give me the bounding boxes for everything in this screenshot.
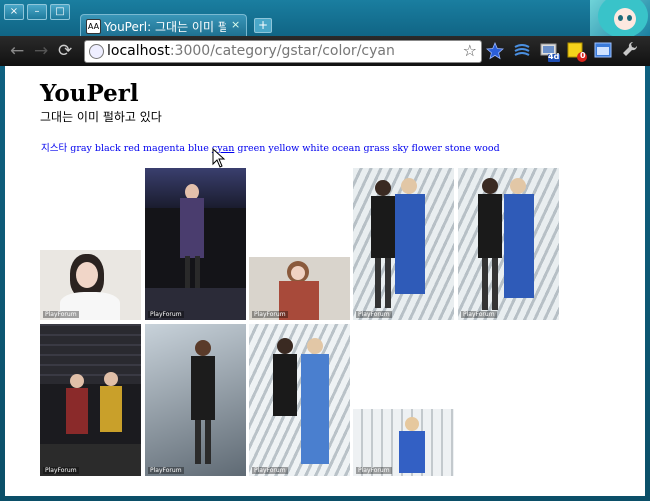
thumbnail-watermark: PlayForum <box>43 311 79 318</box>
wrench-menu-icon[interactable] <box>622 41 640 59</box>
category-link-gray[interactable]: gray <box>70 143 92 154</box>
bookmarks-star-icon[interactable] <box>486 41 504 60</box>
category-link-green[interactable]: green <box>237 143 265 154</box>
theme-character-image <box>590 0 650 38</box>
category-link-yellow[interactable]: yellow <box>268 143 299 154</box>
globe-icon <box>89 44 104 59</box>
thumbnail-watermark: PlayForum <box>356 467 392 474</box>
address-bar[interactable]: localhost:3000/category/gstar/color/cyan… <box>84 40 482 63</box>
maximize-window-button[interactable]: □ <box>50 4 70 20</box>
thumbnail-watermark: PlayForum <box>461 311 497 318</box>
category-link-grass[interactable]: grass <box>363 143 389 154</box>
category-link-magenta[interactable]: magenta <box>143 143 185 154</box>
thumbnail-watermark: PlayForum <box>148 467 184 474</box>
url-text: localhost:3000/category/gstar/color/cyan <box>107 43 395 59</box>
close-window-button[interactable]: × <box>4 4 24 20</box>
site-tagline: 그대는 이미 펄하고 있다 <box>40 110 162 124</box>
mouse-cursor-icon <box>212 148 226 168</box>
thumbnail-watermark: PlayForum <box>252 467 288 474</box>
screenshot-extension-icon[interactable]: 4d <box>540 42 560 62</box>
gallery-thumbnail[interactable]: PlayForum <box>353 409 454 476</box>
url-path: :3000/category/gstar/color/cyan <box>169 43 395 59</box>
window-extension-icon[interactable] <box>594 42 612 60</box>
reload-button[interactable]: ⟳ <box>58 41 72 61</box>
thumbnail-watermark: PlayForum <box>148 311 184 318</box>
category-link-stone[interactable]: stone <box>445 143 471 154</box>
gallery-thumbnail[interactable]: PlayForum <box>145 324 246 476</box>
category-link-sky[interactable]: sky <box>393 143 409 154</box>
category-link-wood[interactable]: wood <box>474 143 500 154</box>
category-link-지스타[interactable]: 지스타 <box>41 143 67 154</box>
favicon-icon: AA <box>86 19 101 34</box>
gallery-thumbnail[interactable]: PlayForum <box>249 324 350 476</box>
site-title: YouPerl <box>40 80 139 107</box>
tab-youperl[interactable]: AA YouPerl: 그대는 이미 펄하 × <box>80 14 247 37</box>
thumbnail-watermark: PlayForum <box>356 311 392 318</box>
gallery-thumbnail[interactable]: PlayForum <box>40 324 141 476</box>
gallery-thumbnail[interactable]: PlayForum <box>40 250 141 320</box>
gallery-thumbnail[interactable]: PlayForum <box>249 257 350 320</box>
gallery-thumbnail[interactable]: PlayForum <box>353 168 454 320</box>
thumbnail-watermark: PlayForum <box>43 467 79 474</box>
bookmark-star-icon[interactable]: ☆ <box>463 41 477 60</box>
gallery-thumbnail[interactable]: PlayForum <box>458 168 559 320</box>
category-link-blue[interactable]: blue <box>188 143 209 154</box>
category-link-red[interactable]: red <box>124 143 140 154</box>
notes-extension-icon[interactable]: 0 <box>567 42 587 62</box>
browser-toolbar: ← → ⟳ localhost:3000/category/gstar/colo… <box>0 36 650 66</box>
extension-badge-0: 0 <box>580 51 586 60</box>
category-nav: 지스타 gray black red magenta blue cyan green yello… <box>41 140 503 154</box>
title-bar: × – □ AA YouPerl: 그대는 이미 펄하 × + <box>0 0 650 38</box>
category-link-flower[interactable]: flower <box>412 143 442 154</box>
browser-window: × – □ AA YouPerl: 그대는 이미 펄하 × + ← → ⟳ lo… <box>0 0 650 501</box>
category-link-black[interactable]: black <box>95 143 121 154</box>
extension-badge-4d: 4d <box>548 52 560 61</box>
gallery-thumbnail[interactable]: PlayForum <box>145 168 246 320</box>
category-link-ocean[interactable]: ocean <box>332 143 360 154</box>
forward-button[interactable]: → <box>34 41 48 61</box>
rss-feed-icon[interactable] <box>513 42 531 60</box>
tab-title: YouPerl: 그대는 이미 펄하 <box>104 20 226 34</box>
thumbnail-watermark: PlayForum <box>252 311 288 318</box>
page-viewport: YouPerl 그대는 이미 펄하고 있다 지스타 gray black red mag… <box>5 66 645 496</box>
tab-close-icon[interactable]: × <box>231 18 240 31</box>
category-link-white[interactable]: white <box>302 143 329 154</box>
back-button[interactable]: ← <box>10 41 24 61</box>
new-tab-button[interactable]: + <box>254 18 272 33</box>
minimize-window-button[interactable]: – <box>27 4 47 20</box>
url-host: localhost <box>107 43 170 59</box>
